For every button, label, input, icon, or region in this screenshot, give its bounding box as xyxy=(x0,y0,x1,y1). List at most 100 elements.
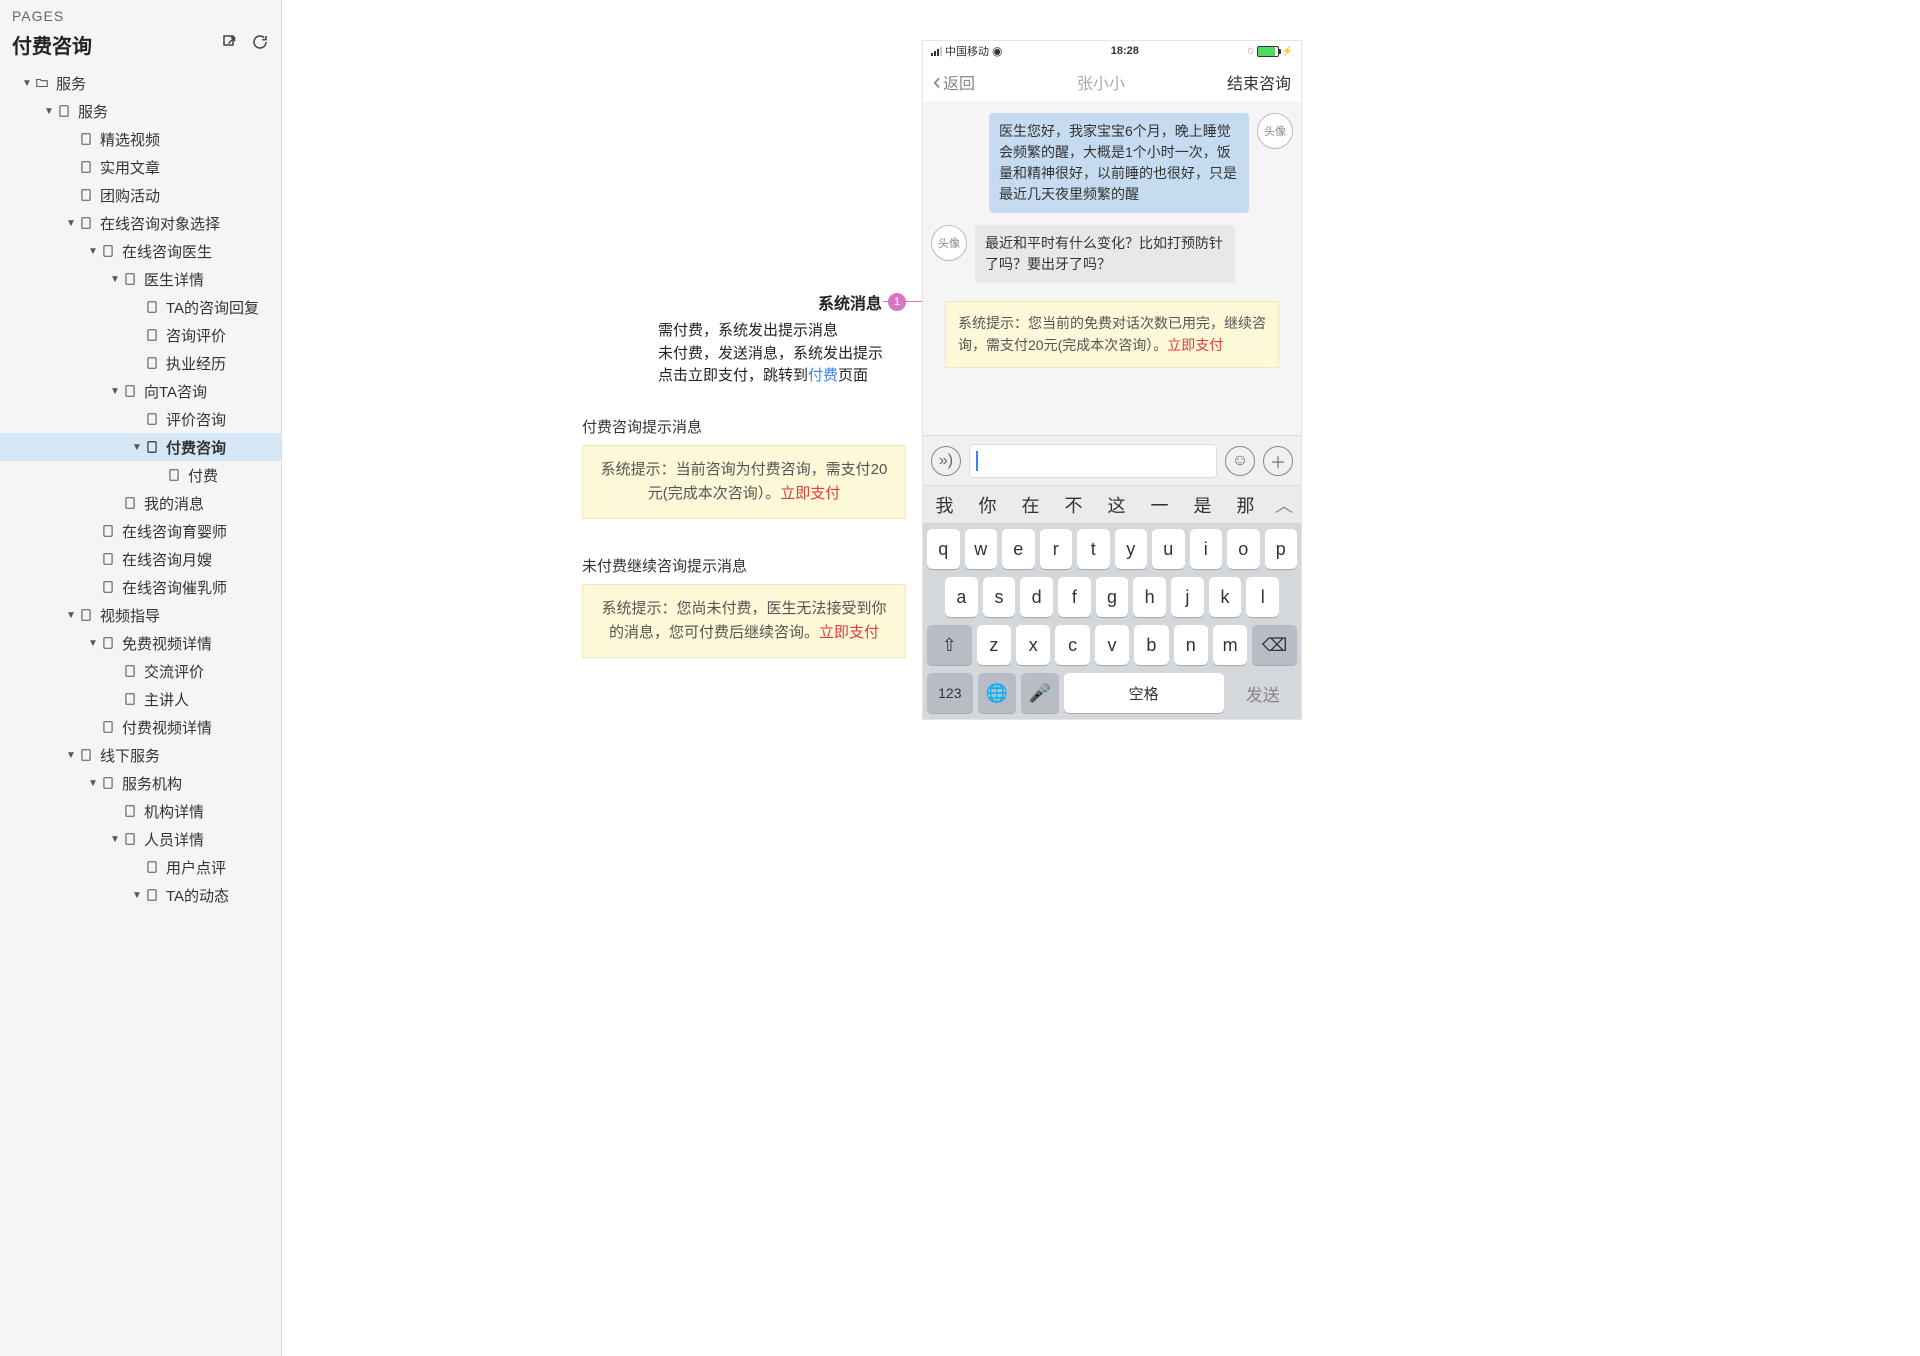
suggestion[interactable]: 是 xyxy=(1181,492,1224,518)
key[interactable]: b xyxy=(1134,625,1168,665)
tree-item[interactable]: ▼服务机构 xyxy=(0,769,281,797)
tree-item[interactable]: 我的消息 xyxy=(0,489,281,517)
key[interactable]: j xyxy=(1171,577,1204,617)
page-icon xyxy=(100,775,116,791)
key[interactable]: u xyxy=(1152,529,1185,569)
export-icon[interactable] xyxy=(221,33,239,56)
key[interactable]: q xyxy=(927,529,960,569)
key[interactable]: e xyxy=(1002,529,1035,569)
key[interactable]: z xyxy=(977,625,1011,665)
suggestion[interactable]: 一 xyxy=(1138,492,1181,518)
tree-item[interactable]: 付费 xyxy=(0,461,281,489)
page-icon xyxy=(122,691,138,707)
suggestion[interactable]: 不 xyxy=(1052,492,1095,518)
message-bubble: 医生您好，我家宝宝6个月，晚上睡觉会频繁的醒，大概是1个小时一次，饭量和精神很好… xyxy=(989,113,1249,213)
tree-item[interactable]: 付费视频详情 xyxy=(0,713,281,741)
tree-item[interactable]: 在线咨询育婴师 xyxy=(0,517,281,545)
backspace-key[interactable]: ⌫ xyxy=(1252,625,1297,665)
tree-item[interactable]: ▼向TA咨询 xyxy=(0,377,281,405)
tree-item[interactable]: 主讲人 xyxy=(0,685,281,713)
tree-item[interactable]: ▼线下服务 xyxy=(0,741,281,769)
suggestion[interactable]: 我 xyxy=(923,492,966,518)
key[interactable]: s xyxy=(983,577,1016,617)
tree-item[interactable]: ▼服务 xyxy=(0,97,281,125)
key[interactable]: d xyxy=(1020,577,1053,617)
key[interactable]: t xyxy=(1077,529,1110,569)
tree-item[interactable]: 实用文章 xyxy=(0,153,281,181)
key[interactable]: x xyxy=(1016,625,1050,665)
page-icon xyxy=(100,551,116,567)
key[interactable]: k xyxy=(1209,577,1242,617)
key[interactable]: o xyxy=(1227,529,1260,569)
shift-key[interactable]: ⇧ xyxy=(927,625,972,665)
page-icon xyxy=(122,831,138,847)
tree-item[interactable]: 交流评价 xyxy=(0,657,281,685)
tree-item[interactable]: ▼免费视频详情 xyxy=(0,629,281,657)
key[interactable]: y xyxy=(1115,529,1148,569)
tree-item[interactable]: ▼在线咨询医生 xyxy=(0,237,281,265)
message-row: 头像 最近和平时有什么变化？比如打预防针了吗？要出牙了吗？ xyxy=(931,225,1293,283)
key[interactable]: g xyxy=(1096,577,1129,617)
tree-item[interactable]: 执业经历 xyxy=(0,349,281,377)
pay-now-link[interactable]: 立即支付 xyxy=(780,485,840,502)
suggestion[interactable]: 你 xyxy=(966,492,1009,518)
key[interactable]: w xyxy=(965,529,998,569)
link-payment[interactable]: 付费 xyxy=(808,367,838,384)
tree-item[interactable]: ▼人员详情 xyxy=(0,825,281,853)
suggestion[interactable]: 在 xyxy=(1009,492,1052,518)
key[interactable]: n xyxy=(1174,625,1208,665)
text-input[interactable] xyxy=(969,444,1217,478)
page-icon xyxy=(122,803,138,819)
pages-label: PAGES xyxy=(12,8,269,24)
key[interactable]: a xyxy=(945,577,978,617)
key[interactable]: f xyxy=(1058,577,1091,617)
tree-item[interactable]: 精选视频 xyxy=(0,125,281,153)
tree-item[interactable]: ▼视频指导 xyxy=(0,601,281,629)
suggestion[interactable]: 那 xyxy=(1224,492,1267,518)
tree-item-active[interactable]: ▼付费咨询 xyxy=(0,433,281,461)
numeric-key[interactable]: 123 xyxy=(927,673,973,713)
key[interactable]: h xyxy=(1133,577,1166,617)
end-consult-button[interactable]: 结束咨询 xyxy=(1227,70,1291,94)
key[interactable]: r xyxy=(1040,529,1073,569)
input-bar: ») ☺ ＋ xyxy=(923,435,1301,485)
tree-item[interactable]: 评价咨询 xyxy=(0,405,281,433)
tree-item[interactable]: ▼在线咨询对象选择 xyxy=(0,209,281,237)
tree-item[interactable]: 用户点评 xyxy=(0,853,281,881)
pay-now-link[interactable]: 立即支付 xyxy=(819,624,879,641)
tree-item[interactable]: 咨询评价 xyxy=(0,321,281,349)
suggestion[interactable]: 这 xyxy=(1095,492,1138,518)
canvas: 系统消息 1 需付费，系统发出提示消息 未付费，发送消息，系统发出提示 点击立即… xyxy=(282,0,1920,1356)
tree-item[interactable]: TA的咨询回复 xyxy=(0,293,281,321)
pay-now-link[interactable]: 立即支付 xyxy=(1167,337,1223,353)
page-icon xyxy=(100,719,116,735)
add-button[interactable]: ＋ xyxy=(1263,446,1293,476)
system-message: 系统提示：您当前的免费对话次数已用完，继续咨询，需支付20元(完成本次咨询）。立… xyxy=(945,301,1279,368)
page-icon xyxy=(100,243,116,259)
key[interactable]: i xyxy=(1190,529,1223,569)
key[interactable]: v xyxy=(1095,625,1129,665)
annotation-panel: 系统消息 1 需付费，系统发出提示消息 未付费，发送消息，系统发出提示 点击立即… xyxy=(586,290,906,658)
mic-key[interactable]: 🎤 xyxy=(1021,673,1059,713)
message-row: 头像 医生您好，我家宝宝6个月，晚上睡觉会频繁的醒，大概是1个小时一次，饭量和精… xyxy=(931,113,1293,213)
space-key[interactable]: 空格 xyxy=(1064,673,1224,713)
tree-item[interactable]: 在线咨询催乳师 xyxy=(0,573,281,601)
tree-item[interactable]: 在线咨询月嫂 xyxy=(0,545,281,573)
annot-line: 点击立即支付，跳转到付费页面 xyxy=(658,365,906,388)
suggestion-toggle[interactable]: ︿ xyxy=(1267,492,1301,518)
refresh-icon[interactable] xyxy=(251,33,269,56)
tree-item[interactable]: ▼TA的动态 xyxy=(0,881,281,909)
emoji-button[interactable]: ☺ xyxy=(1225,446,1255,476)
globe-key[interactable]: 🌐 xyxy=(978,673,1016,713)
key[interactable]: c xyxy=(1055,625,1089,665)
back-button[interactable]: 返回 xyxy=(933,70,975,94)
tree-item[interactable]: 机构详情 xyxy=(0,797,281,825)
key[interactable]: l xyxy=(1246,577,1279,617)
tree-item[interactable]: 团购活动 xyxy=(0,181,281,209)
send-key[interactable]: 发送 xyxy=(1229,673,1297,713)
voice-button[interactable]: ») xyxy=(931,446,961,476)
tree-item[interactable]: ▼医生详情 xyxy=(0,265,281,293)
key[interactable]: p xyxy=(1265,529,1298,569)
tree-item[interactable]: ▼服务 xyxy=(0,69,281,97)
key[interactable]: m xyxy=(1213,625,1247,665)
